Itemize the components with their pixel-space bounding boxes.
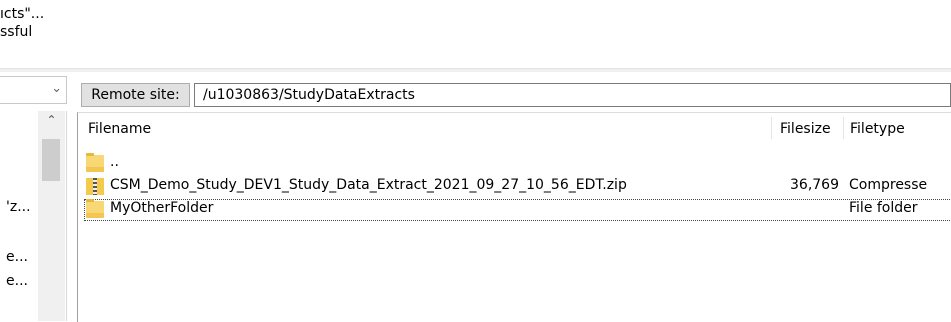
chevron-down-icon[interactable]: ⌄ [51, 81, 62, 96]
column-divider[interactable] [843, 117, 844, 139]
scroll-up-icon[interactable]: ⌃ [38, 113, 65, 127]
message-log: ıcts"... ssful [0, 0, 300, 60]
tree-item[interactable]: e... [6, 249, 28, 265]
pane-splitter[interactable] [0, 68, 951, 72]
tree-item[interactable]: e... [6, 273, 28, 289]
scroll-thumb[interactable] [42, 139, 60, 181]
local-directory-tree[interactable]: 'z... e... e... ⌃ [0, 111, 67, 321]
column-header-filetype[interactable]: Filetype [850, 113, 905, 145]
column-header-filename[interactable]: Filename [88, 113, 151, 145]
remote-file-list[interactable]: Filename Filesize Filetype .. CSM_Demo_S… [77, 112, 951, 322]
file-type: File folder [849, 200, 918, 216]
folder-icon [86, 153, 104, 172]
file-type: Compresse [849, 177, 928, 193]
file-name: MyOtherFolder [110, 200, 214, 216]
log-line: ıcts"... [0, 6, 45, 22]
vertical-scrollbar[interactable]: ⌃ [38, 111, 65, 321]
file-row[interactable]: .. [84, 153, 951, 175]
log-line: ssful [0, 24, 33, 40]
folder-icon [86, 199, 104, 218]
remote-site-label: Remote site: [81, 83, 190, 107]
local-pane: ⌄ 'z... e... e... ⌃ [0, 76, 68, 321]
remote-pane: Remote site: /u1030863/StudyDataExtracts… [77, 76, 951, 322]
tree-item[interactable]: 'z... [6, 199, 31, 215]
local-path-combobox[interactable]: ⌄ [0, 76, 67, 104]
remote-path-input[interactable]: /u1030863/StudyDataExtracts [194, 83, 951, 107]
file-name: .. [110, 154, 119, 170]
column-header-filesize[interactable]: Filesize [780, 113, 831, 145]
column-divider[interactable] [771, 117, 772, 139]
file-name: CSM_Demo_Study_DEV1_Study_Data_Extract_2… [110, 177, 627, 193]
file-row[interactable]: MyOtherFolder File folder [84, 199, 951, 221]
file-size: 36,769 [790, 177, 839, 193]
file-row[interactable]: CSM_Demo_Study_DEV1_Study_Data_Extract_2… [84, 176, 951, 198]
zip-file-icon [86, 178, 104, 195]
